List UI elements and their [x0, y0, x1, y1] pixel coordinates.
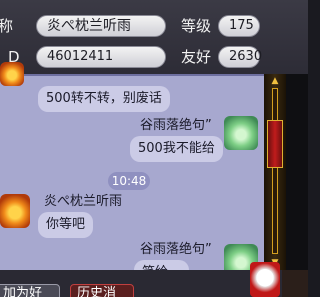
message-sender: 炎ぺ枕兰听雨	[44, 194, 123, 209]
right-frame-strip	[286, 74, 308, 270]
message-bubble: 500转不转，别废话	[38, 86, 170, 112]
message-timestamp: 10:48	[108, 172, 150, 190]
name-label: 称	[0, 17, 14, 35]
message-sender: 谷雨落绝句”	[140, 118, 212, 133]
corner-frame	[282, 270, 308, 297]
message-bubble: 你等吧	[38, 212, 94, 238]
info-row-id-friendship: D 46012411 友好 2630	[0, 42, 308, 72]
scroll-up-arrow-icon[interactable]: ▲	[268, 76, 282, 86]
friend-info-panel: 称 炎ぺ枕兰听雨 等级 175 D 46012411 友好 2630	[0, 0, 308, 74]
sender-avatar-icon	[0, 62, 24, 86]
message-bubble: 500我不能给	[130, 136, 223, 162]
receiver-avatar-icon	[224, 116, 258, 150]
scroll-track[interactable]	[272, 88, 278, 254]
info-row-name-level: 称 炎ぺ枕兰听雨 等级 175	[0, 11, 308, 41]
chat-scrollbar[interactable]: ▲ ▼	[264, 74, 286, 270]
scroll-thumb[interactable]	[267, 120, 283, 168]
level-field: 175	[218, 15, 260, 37]
friendship-field: 2630	[218, 46, 262, 68]
add-friend-button[interactable]: 加为好友	[0, 284, 60, 297]
chat-log[interactable]: 500转不转，别废话 谷雨落绝句” 500我不能给 10:48 炎ぺ枕兰听雨 你…	[0, 62, 264, 286]
sender-avatar-icon	[0, 194, 30, 228]
id-field: 46012411	[36, 46, 166, 68]
friendship-label: 友好	[181, 48, 212, 66]
message-sender: 谷雨落绝句”	[140, 242, 212, 257]
name-field: 炎ぺ枕兰听雨	[36, 15, 166, 37]
history-messages-button[interactable]: 历史消息	[70, 284, 134, 297]
level-label: 等级	[181, 17, 212, 35]
pet-mascot-icon[interactable]	[250, 262, 280, 297]
